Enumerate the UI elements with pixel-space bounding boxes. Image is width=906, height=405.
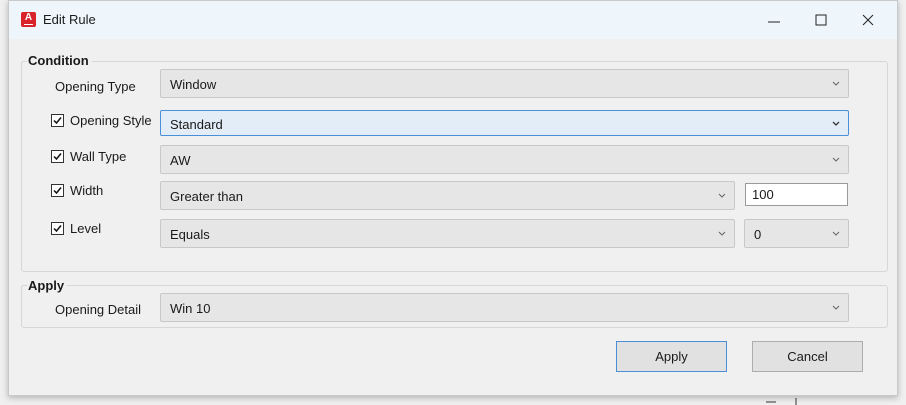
maximize-button[interactable] xyxy=(798,1,844,39)
width-checkbox[interactable] xyxy=(51,184,64,197)
chevron-down-icon xyxy=(832,157,840,162)
title-bar: A Edit Rule xyxy=(9,1,897,39)
level-value: 0 xyxy=(754,227,762,242)
checkmark-icon xyxy=(53,187,62,195)
wall-type-checkbox[interactable] xyxy=(51,150,64,163)
background-window-fragment xyxy=(766,398,797,405)
opening-style-checkbox[interactable] xyxy=(51,114,64,127)
level-operator-value: Equals xyxy=(170,227,210,242)
checkmark-icon xyxy=(53,225,62,233)
level-operator-dropdown[interactable]: Equals xyxy=(160,219,735,248)
opening-detail-value: Win 10 xyxy=(170,301,211,316)
opening-detail-label: Opening Detail xyxy=(55,302,141,317)
close-icon xyxy=(862,14,874,26)
opening-type-dropdown[interactable]: Window xyxy=(160,69,849,98)
opening-type-value: Window xyxy=(170,77,217,92)
minimize-button[interactable] xyxy=(751,1,797,39)
width-operator-value: Greater than xyxy=(170,189,243,204)
apply-button[interactable]: Apply xyxy=(616,341,727,372)
wall-type-label: Wall Type xyxy=(70,149,127,164)
cancel-button[interactable]: Cancel xyxy=(752,341,863,372)
chevron-down-icon xyxy=(718,193,726,198)
maximize-icon xyxy=(815,14,827,26)
chevron-down-icon xyxy=(832,121,840,126)
level-value-dropdown[interactable]: 0 xyxy=(744,219,849,248)
width-value-input[interactable]: 100 xyxy=(745,183,848,206)
level-checkbox[interactable] xyxy=(51,222,64,235)
wall-type-value: AW xyxy=(170,153,191,168)
opening-type-label: Opening Type xyxy=(55,79,136,94)
edit-rule-dialog: A Edit Rule Condition Opening Type Windo… xyxy=(8,0,898,396)
apply-legend: Apply xyxy=(27,278,68,293)
width-label: Width xyxy=(70,183,104,198)
chevron-down-icon xyxy=(832,81,840,86)
autocad-app-icon: A xyxy=(21,12,36,27)
wall-type-dropdown[interactable]: AW xyxy=(160,145,849,174)
opening-detail-dropdown[interactable]: Win 10 xyxy=(160,293,849,322)
checkmark-icon xyxy=(53,117,62,125)
level-label: Level xyxy=(70,221,102,236)
condition-legend: Condition xyxy=(27,53,92,68)
opening-style-dropdown[interactable]: Standard xyxy=(160,110,849,136)
width-operator-dropdown[interactable]: Greater than xyxy=(160,181,735,210)
dialog-title: Edit Rule xyxy=(43,12,96,27)
close-button[interactable] xyxy=(845,1,891,39)
chevron-down-icon xyxy=(718,231,726,236)
chevron-down-icon xyxy=(832,231,840,236)
opening-style-label: Opening Style xyxy=(70,113,152,128)
opening-style-value: Standard xyxy=(170,117,223,132)
checkmark-icon xyxy=(53,153,62,161)
chevron-down-icon xyxy=(832,305,840,310)
minimize-icon xyxy=(768,21,780,23)
width-value: 100 xyxy=(752,187,774,202)
